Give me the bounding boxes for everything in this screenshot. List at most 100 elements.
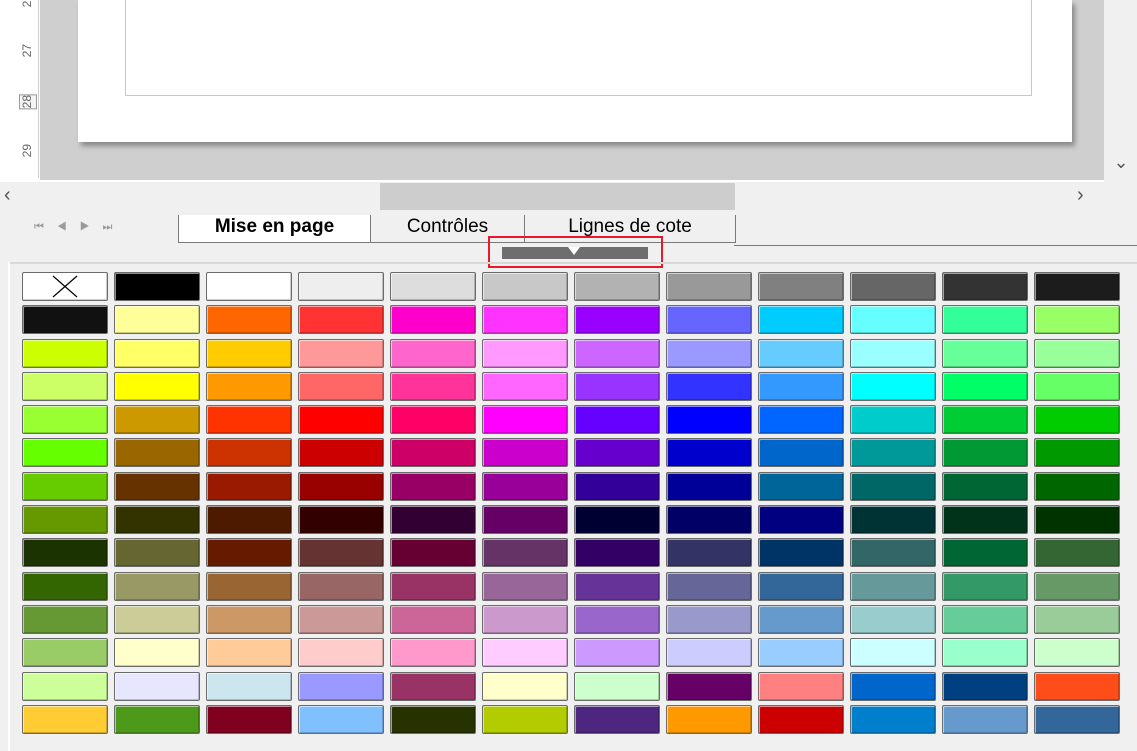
color-swatch[interactable] [206, 505, 292, 535]
color-swatch[interactable] [942, 604, 1028, 634]
color-swatch[interactable] [390, 704, 476, 734]
color-swatch[interactable] [666, 305, 752, 335]
color-swatch[interactable] [206, 538, 292, 568]
color-swatch[interactable] [942, 438, 1028, 468]
color-swatch[interactable] [758, 305, 844, 335]
color-swatch[interactable] [482, 471, 568, 501]
color-swatch[interactable] [574, 305, 660, 335]
color-swatch[interactable] [114, 538, 200, 568]
color-swatch[interactable] [942, 405, 1028, 435]
chevron-left-icon[interactable]: ‹ [4, 183, 20, 207]
color-swatch[interactable] [298, 538, 384, 568]
color-swatch[interactable] [298, 638, 384, 668]
color-swatch[interactable] [22, 704, 108, 734]
color-swatch[interactable] [22, 405, 108, 435]
color-swatch[interactable] [298, 272, 384, 301]
color-swatch[interactable] [850, 471, 936, 501]
color-swatch[interactable] [758, 704, 844, 734]
color-swatch[interactable] [850, 638, 936, 668]
color-swatch[interactable] [850, 671, 936, 701]
color-swatch[interactable] [298, 471, 384, 501]
tab-layout[interactable]: Mise en page [178, 215, 371, 243]
color-swatch[interactable] [482, 505, 568, 535]
color-swatch[interactable] [758, 538, 844, 568]
color-swatch[interactable] [1034, 638, 1120, 668]
color-swatch[interactable] [666, 405, 752, 435]
color-swatch[interactable] [666, 371, 752, 401]
color-swatch[interactable] [666, 505, 752, 535]
color-swatch[interactable] [390, 671, 476, 701]
color-swatch[interactable] [758, 571, 844, 601]
color-swatch[interactable] [206, 638, 292, 668]
color-swatch[interactable] [298, 338, 384, 368]
color-swatch[interactable] [666, 571, 752, 601]
color-swatch[interactable] [942, 305, 1028, 335]
color-swatch[interactable] [206, 305, 292, 335]
color-swatch[interactable] [22, 338, 108, 368]
color-swatch[interactable] [206, 405, 292, 435]
color-swatch[interactable] [482, 272, 568, 301]
color-swatch[interactable] [574, 571, 660, 601]
color-swatch[interactable] [390, 272, 476, 301]
color-swatch[interactable] [114, 338, 200, 368]
chevron-right-icon[interactable]: › [1077, 183, 1093, 207]
color-swatch[interactable] [850, 338, 936, 368]
color-swatch[interactable] [482, 704, 568, 734]
color-swatch[interactable] [758, 272, 844, 301]
color-swatch[interactable] [390, 471, 476, 501]
color-swatch[interactable] [758, 671, 844, 701]
color-swatch[interactable] [114, 671, 200, 701]
color-swatch[interactable] [850, 704, 936, 734]
color-swatch[interactable] [666, 604, 752, 634]
color-swatch[interactable] [758, 405, 844, 435]
color-swatch[interactable] [22, 571, 108, 601]
color-swatch[interactable] [758, 471, 844, 501]
color-swatch[interactable] [482, 671, 568, 701]
color-swatch[interactable] [666, 471, 752, 501]
chevron-down-icon[interactable]: ⌄ [1112, 150, 1130, 174]
color-swatch[interactable] [206, 604, 292, 634]
color-swatch[interactable] [482, 638, 568, 668]
color-swatch[interactable] [1034, 704, 1120, 734]
color-swatch[interactable] [1034, 371, 1120, 401]
color-swatch[interactable] [114, 438, 200, 468]
color-swatch[interactable] [298, 604, 384, 634]
color-swatch[interactable] [574, 405, 660, 435]
color-swatch[interactable] [666, 638, 752, 668]
color-swatch[interactable] [942, 571, 1028, 601]
horizontal-scrollbar[interactable]: ‹ › [0, 182, 1137, 210]
color-swatch[interactable] [574, 505, 660, 535]
next-icon[interactable]: ▶ [80, 221, 103, 233]
color-swatch[interactable] [758, 638, 844, 668]
color-swatch[interactable] [1034, 604, 1120, 634]
color-swatch[interactable] [390, 305, 476, 335]
color-swatch[interactable] [1034, 338, 1120, 368]
color-swatch[interactable] [574, 272, 660, 301]
color-swatch[interactable] [390, 405, 476, 435]
color-swatch[interactable] [206, 272, 292, 301]
color-swatch[interactable] [390, 338, 476, 368]
color-swatch[interactable] [482, 438, 568, 468]
color-swatch[interactable] [114, 272, 200, 301]
color-swatch[interactable] [482, 338, 568, 368]
color-swatch[interactable] [1034, 272, 1120, 301]
color-swatch[interactable] [758, 438, 844, 468]
color-swatch[interactable] [574, 471, 660, 501]
color-swatch[interactable] [1034, 305, 1120, 335]
color-swatch[interactable] [22, 538, 108, 568]
color-swatch[interactable] [482, 571, 568, 601]
color-swatch[interactable] [114, 638, 200, 668]
color-swatch[interactable] [114, 604, 200, 634]
color-swatch[interactable] [22, 638, 108, 668]
color-swatch[interactable] [206, 671, 292, 701]
color-swatch[interactable] [942, 505, 1028, 535]
color-swatch[interactable] [390, 505, 476, 535]
first-icon[interactable]: ⏮ [34, 221, 57, 233]
color-swatch[interactable] [574, 371, 660, 401]
color-swatch[interactable] [298, 671, 384, 701]
color-swatch[interactable] [114, 571, 200, 601]
color-swatch[interactable] [942, 671, 1028, 701]
color-swatch[interactable] [850, 305, 936, 335]
color-swatch[interactable] [574, 671, 660, 701]
color-swatch[interactable] [666, 704, 752, 734]
